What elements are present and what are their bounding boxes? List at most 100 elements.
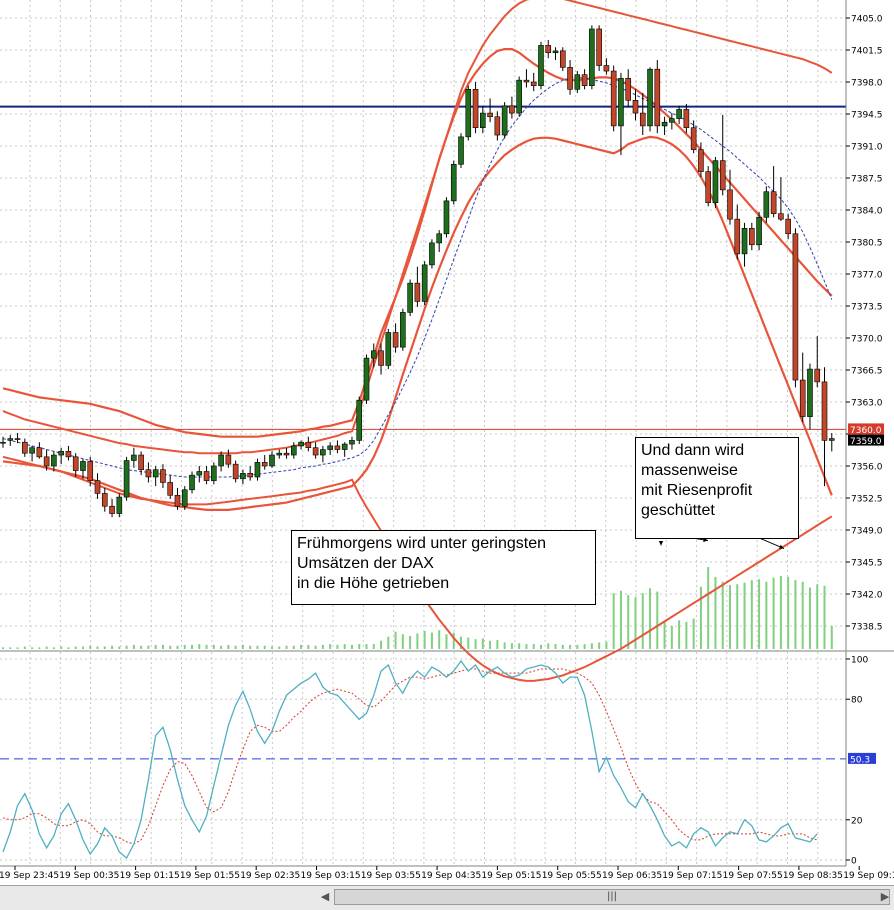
annotation-line: massenweise — [641, 462, 738, 479]
scroll-right-arrow-icon[interactable]: ▶ — [878, 889, 892, 905]
candle-body — [770, 191, 777, 214]
candle-body — [305, 441, 312, 449]
candle-body — [152, 469, 159, 478]
annotation-line: in die Höhe getrieben — [297, 575, 450, 592]
candle-body — [530, 81, 537, 86]
candle-body — [0, 441, 6, 444]
price-tick-label: 7405.0 — [851, 15, 883, 25]
time-tick-label: 19 Sep 01:15 — [120, 871, 180, 881]
annotation-morning: Frühmorgens wird unter geringsten Umsätz… — [291, 530, 596, 605]
candle-body — [632, 99, 639, 114]
candle-body — [552, 50, 559, 54]
price-axis: 7405.0 7401.5 7398.0 7394.5 7391.0 7387.5 7384… — [845, 0, 884, 867]
candle-body — [43, 456, 50, 467]
time-tick-label: 19 Sep 09:15 — [843, 871, 894, 881]
annotation-line: Frühmorgens wird unter geringsten — [297, 535, 547, 552]
candle-body — [254, 462, 261, 478]
time-tick-label: 19 Sep 23:45 — [0, 871, 59, 881]
annotation-selloff: Und dann wird massenweise mit Riesenprof… — [635, 437, 799, 539]
candle-body — [378, 350, 384, 366]
candle-body — [312, 447, 319, 456]
oscillator-tick-label: 80 — [851, 696, 863, 706]
candle-body — [792, 233, 799, 381]
oscillator-tick-label: 100 — [851, 656, 868, 666]
price-tick-label: 7356.0 — [851, 463, 883, 473]
candle-body — [610, 70, 617, 127]
candle-body — [799, 379, 806, 417]
candle-body — [36, 447, 43, 458]
candle-body — [676, 109, 682, 119]
candle-body — [145, 469, 152, 478]
candle-body — [690, 127, 697, 150]
price-tick-label: 7394.5 — [851, 111, 883, 121]
candle-body — [596, 28, 602, 66]
oscillator-tick-label: 20 — [851, 816, 863, 826]
candle-body — [240, 473, 246, 480]
candle-body — [654, 68, 661, 127]
scroll-left-arrow-icon[interactable]: ◀ — [318, 889, 332, 905]
candle-body — [450, 163, 457, 202]
candle-body — [785, 218, 791, 235]
candle-body — [487, 112, 493, 118]
price-tick-label: 7398.0 — [851, 79, 883, 89]
candle-body — [741, 227, 748, 255]
candle-body — [828, 438, 835, 441]
candle-body — [123, 460, 130, 498]
time-tick-label: 19 Sep 08:35 — [783, 871, 843, 881]
candle-body — [538, 45, 544, 86]
candle-body — [334, 445, 341, 450]
price-tick-label: 7377.0 — [851, 271, 883, 281]
candle-body — [174, 494, 181, 507]
candle-body — [407, 282, 413, 313]
scrollbar-thumb[interactable]: ||| — [334, 889, 890, 905]
annotation-line: Und dann wird — [641, 442, 745, 459]
candle-body — [341, 443, 348, 450]
candle-body — [261, 462, 268, 467]
oscillator-tick-label: 0 — [851, 857, 857, 867]
candle-body — [65, 451, 72, 458]
candle-body — [80, 461, 86, 471]
candle-body — [51, 454, 57, 467]
time-tick-label: 19 Sep 07:15 — [662, 871, 722, 881]
candle-body — [712, 160, 719, 203]
candle-body — [421, 264, 428, 302]
candle-body — [363, 357, 370, 401]
candle-body — [211, 465, 217, 481]
horizontal-scrollbar[interactable]: ◀ ||| ▶ — [0, 885, 894, 910]
candle-body — [494, 116, 501, 136]
candle-body — [29, 447, 35, 454]
candle-body — [225, 454, 232, 465]
candle-body — [763, 191, 770, 218]
candle-body — [756, 217, 762, 246]
candle-body — [509, 105, 515, 114]
candle-body — [458, 136, 464, 165]
price-tick-label: 7342.0 — [851, 591, 883, 601]
candle-body — [807, 368, 813, 417]
candle-body — [821, 381, 828, 441]
candle-body — [276, 452, 283, 456]
price-tick-label: 7373.5 — [851, 303, 883, 313]
candle-body — [181, 489, 188, 507]
candle-body — [589, 28, 595, 86]
candle-body — [320, 449, 326, 456]
oscillator-level-label: 50.3 — [850, 755, 870, 765]
candle-body — [385, 332, 392, 366]
oscillator-panel — [0, 650, 894, 860]
price-tick-label: 7370.0 — [851, 335, 883, 345]
candle-body — [269, 454, 275, 467]
current-price-label: 7359.0 — [850, 437, 882, 447]
candle-body — [392, 332, 399, 348]
candle-body — [203, 471, 210, 481]
candle-body — [58, 451, 64, 456]
price-tick-label: 7345.5 — [851, 559, 883, 569]
candle-body — [669, 118, 675, 123]
candle-body — [698, 149, 704, 172]
time-tick-label: 19 Sep 04:35 — [421, 871, 481, 881]
candle-body — [327, 445, 333, 450]
candle-body — [109, 505, 115, 514]
candle-body — [298, 441, 304, 447]
annotation-line: Umsätzen der DAX — [297, 555, 434, 572]
annotation-line: geschüttet — [641, 502, 715, 519]
candle-body — [567, 67, 573, 90]
price-tick-label: 7338.5 — [851, 623, 883, 633]
